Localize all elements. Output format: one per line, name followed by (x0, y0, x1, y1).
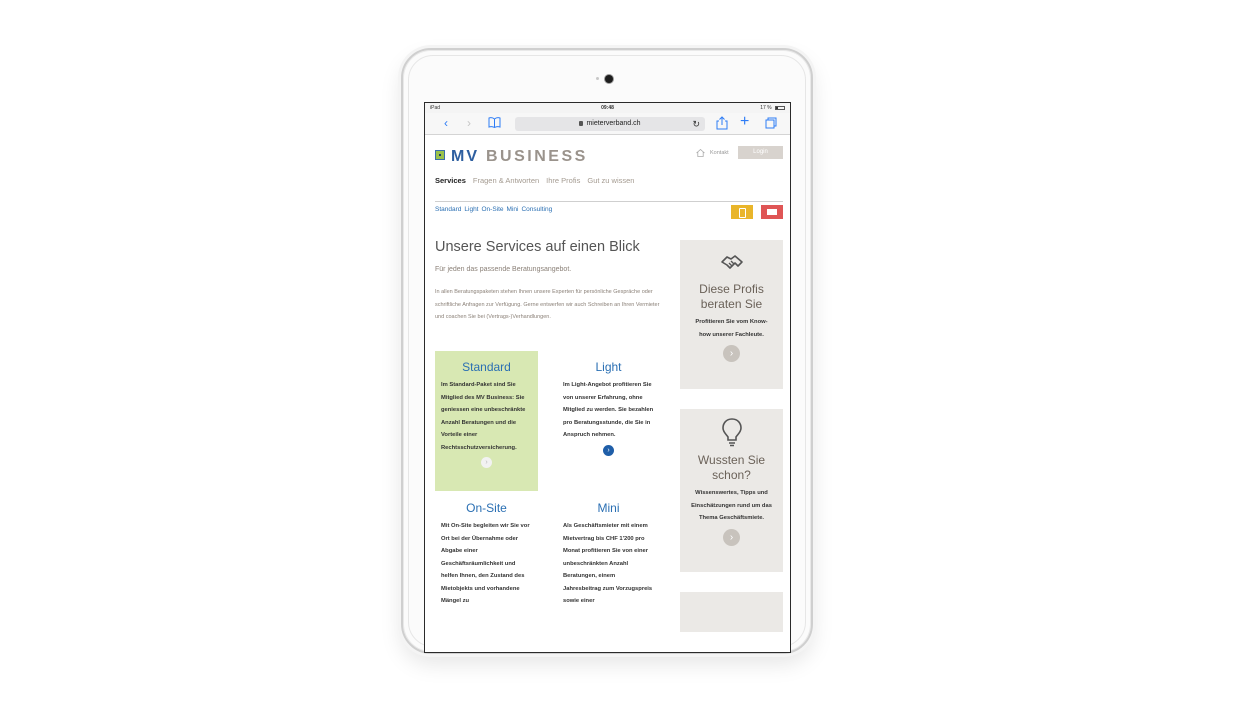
wussten-teaser[interactable]: Wussten Sie schon? Wissenswertes, Tipps … (680, 409, 783, 572)
package-light[interactable]: Light Im Light-Angebot profitieren Sie v… (557, 351, 660, 456)
battery-status: 17 % (760, 105, 785, 111)
package-title: Mini (597, 501, 620, 515)
nav-faq[interactable]: Fragen & Antworten (473, 176, 539, 185)
kontakt-link[interactable]: Kontakt (710, 150, 729, 156)
phone-button[interactable] (731, 205, 753, 219)
forward-icon[interactable]: › (467, 116, 471, 130)
subnav-standard[interactable]: Standard (435, 206, 461, 213)
nav-services[interactable]: Services (435, 176, 466, 185)
screen: iPad 09:48 17 % ‹ › mieterverband.ch ↻ +… (424, 102, 791, 653)
share-icon[interactable] (716, 116, 728, 130)
teaser-text: Wissenswertes, Tipps und Einschätzungen … (691, 490, 772, 521)
package-title: On-Site (466, 501, 507, 515)
page-title: Unsere Services auf einen Blick (435, 239, 640, 255)
package-text: Im Standard-Paket sind Sie Mitglied des … (441, 382, 526, 451)
browser-toolbar: ‹ › mieterverband.ch ↻ + (425, 113, 790, 135)
clock: 09:48 (601, 105, 614, 111)
main-nav: Services Fragen & Antworten Ihre Profis Gut… (435, 176, 641, 185)
logo-business: BUSINESS (486, 148, 588, 165)
lock-icon (579, 121, 584, 126)
login-button[interactable]: Login (738, 146, 783, 159)
teaser-title: Diese Profis beraten Sie (699, 282, 764, 311)
subnav-light[interactable]: Light (464, 206, 478, 213)
teaser-partial[interactable] (680, 592, 783, 632)
battery-icon (775, 105, 785, 110)
package-onsite[interactable]: On-Site Mit On-Site begleiten wir Sie vo… (435, 498, 538, 608)
logo-mv: MV (451, 148, 479, 165)
back-icon[interactable]: ‹ (444, 116, 448, 130)
subnav-consulting[interactable]: Consulting (521, 206, 552, 213)
arrow-right-icon[interactable]: › (481, 457, 492, 468)
handshake-icon (720, 255, 743, 269)
subnav-onsite[interactable]: On-Site (482, 206, 504, 213)
divider (435, 201, 783, 202)
intro-text: In allen Beratungspaketen stehen Ihnen u… (435, 289, 660, 320)
sensor-dot (596, 77, 599, 80)
stage: iPad 09:48 17 % ‹ › mieterverband.ch ↻ +… (0, 0, 1250, 702)
status-bar: iPad 09:48 17 % (425, 103, 790, 113)
profis-teaser[interactable]: Diese Profis beraten Sie Profitieren Sie… (680, 240, 783, 389)
home-icon[interactable] (696, 149, 705, 157)
battery-percent: 17 % (760, 105, 772, 111)
url-text: mieterverband.ch (586, 120, 641, 127)
package-text: Im Light-Angebot profitieren Sie von uns… (563, 382, 654, 438)
subnav-mini[interactable]: Mini (507, 206, 519, 213)
camera-icon (605, 75, 613, 83)
logo-mark-icon (435, 150, 445, 160)
package-title: Light (595, 360, 622, 374)
ipad-device: iPad 09:48 17 % ‹ › mieterverband.ch ↻ +… (401, 48, 813, 654)
package-standard[interactable]: Standard Im Standard-Paket sind Sie Mitg… (435, 351, 538, 491)
arrow-right-icon[interactable]: › (603, 444, 614, 456)
arrow-right-icon[interactable]: › (723, 345, 740, 362)
arrow-right-icon[interactable]: › (723, 528, 740, 546)
tabs-icon[interactable] (765, 117, 777, 129)
mail-button[interactable] (761, 205, 783, 219)
sub-nav: Standard Light On-Site Mini Consulting (435, 206, 555, 213)
package-title: Standard (462, 360, 511, 374)
teaser-title: Wussten Sie schon? (697, 453, 766, 482)
new-tab-icon[interactable]: + (740, 114, 749, 130)
package-mini[interactable]: Mini Als Geschäftsmieter mit einem Mietv… (557, 498, 660, 608)
package-text: Mit On-Site begleiten wir Sie vor Ort be… (441, 523, 530, 604)
lightbulb-icon (721, 418, 742, 447)
page-subtitle: Für jeden das passende Beratungsangebot. (435, 266, 572, 273)
nav-gut-zu-wissen[interactable]: Gut zu wissen (587, 176, 634, 185)
bookmarks-icon[interactable] (488, 117, 501, 128)
teaser-text: Profitieren Sie vom Know-how unserer Fac… (695, 319, 768, 338)
address-bar[interactable]: mieterverband.ch ↻ (515, 117, 705, 131)
reload-icon[interactable]: ↻ (692, 117, 700, 131)
nav-profis[interactable]: Ihre Profis (546, 176, 580, 185)
package-text: Als Geschäftsmieter mit einem Mietvertra… (563, 523, 653, 604)
